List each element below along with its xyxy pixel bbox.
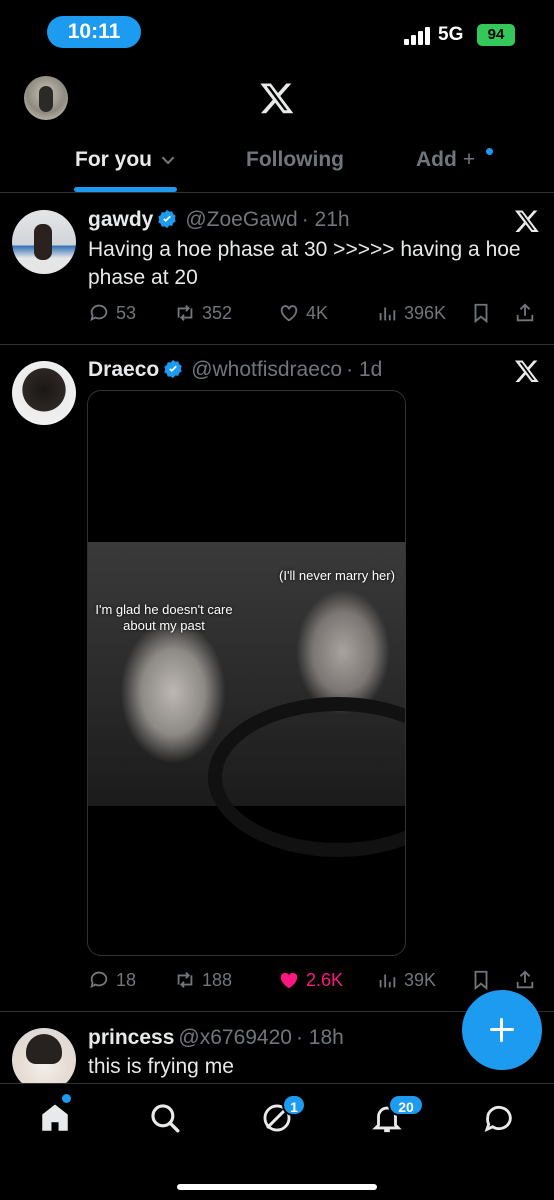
tab-following[interactable]: Following [246,148,344,172]
feed-tabs: For you Following Add + [0,132,554,192]
reply-count: 18 [116,969,137,990]
author-name[interactable]: princess [88,1026,174,1049]
reply-count: 53 [116,302,137,323]
bookmark-icon [474,970,488,991]
repost-button[interactable]: 352 [174,298,232,328]
nav-search[interactable] [148,1101,182,1135]
views-chart-icon [379,307,396,321]
repost-count: 352 [202,302,233,323]
like-button[interactable]: 2.6K [278,965,343,995]
repost-icon [177,972,193,988]
tab-add[interactable]: Add + [416,148,475,172]
tweet-actions: 18 188 2.6K 39K [88,965,540,995]
reply-button[interactable]: 18 [88,965,136,995]
author-name[interactable]: Draeco [88,358,159,381]
tweet-header: Draeco @whotfisdraeco · 1d [88,358,382,382]
bookmark-icon [474,303,488,324]
share-button[interactable] [514,298,542,328]
heart-filled-icon [280,972,298,989]
views-button[interactable]: 396K [376,298,446,328]
bottom-nav: 1 20 [0,1083,554,1200]
notifications-badge: 20 [388,1094,424,1116]
repost-count: 188 [202,969,233,990]
view-count: 39K [404,969,437,990]
author-name[interactable]: gawdy [88,208,153,231]
home-indicator [177,1184,377,1190]
reply-button[interactable]: 53 [88,298,136,328]
reply-icon [90,304,108,322]
media-caption-left: I'm glad he doesn't care about my past [95,602,233,633]
views-button[interactable]: 39K [376,965,436,995]
view-count: 396K [404,302,447,323]
status-time: 10:11 [47,16,141,48]
heart-icon [280,305,298,322]
tweet-header: princess @x6769420 · 18h [88,1026,344,1050]
author-handle: @whotfisdraeco [191,358,343,381]
x-logo-icon[interactable] [259,80,295,116]
tweet-media-video[interactable]: (I'll never marry her) I'm glad he doesn… [87,390,406,956]
views-chart-icon [379,974,396,988]
plus-icon: + [462,148,476,171]
media-photo: (I'll never marry her) I'm glad he doesn… [88,542,405,857]
nav-home[interactable] [38,1101,72,1135]
share-icon [516,303,534,322]
verified-badge-icon [164,359,182,379]
x-logo-icon [514,360,539,383]
battery-icon: 94 [477,24,515,46]
avatar[interactable] [12,361,76,425]
battery-level: 94 [487,26,505,43]
compose-post-button[interactable] [462,990,542,1070]
profile-avatar[interactable] [24,76,68,120]
grok-badge: 1 [282,1094,306,1116]
avatar[interactable] [12,210,76,274]
author-handle: @x6769420 [178,1026,292,1049]
network-type: 5G [438,24,464,45]
status-bar: 10:11 5G 94 [0,0,554,64]
media-caption-right: (I'll never marry her) [279,568,395,583]
tweet-time: · 18h [295,1026,344,1049]
x-logo-icon [514,210,539,233]
like-count: 4K [306,302,329,323]
verified-badge-icon [158,209,177,229]
tweet-divider [0,344,554,345]
like-count: 2.6K [306,969,344,990]
tweet-actions: 53 352 4K 396K [88,298,540,328]
notification-dot [486,148,493,155]
nav-messages[interactable] [482,1101,516,1135]
search-icon [151,1104,180,1133]
header-divider [0,192,554,193]
repost-icon [177,305,193,321]
tab-for-you[interactable]: For you [75,148,175,172]
share-button[interactable] [514,965,542,995]
chevron-down-icon [161,151,175,165]
tweet-time: · 21h [301,208,350,231]
tab-for-you-label: For you [75,148,152,171]
tab-following-label: Following [246,148,344,171]
author-handle: @ZoeGawd [185,208,298,231]
home-unread-dot [62,1094,71,1103]
tweet-text: this is frying me [88,1055,234,1078]
steering-wheel [208,697,405,857]
repost-button[interactable]: 188 [174,965,232,995]
reply-icon [90,971,108,989]
tweet-text: Having a hoe phase at 30 >>>>> having a … [88,238,521,289]
tweet-header: gawdy @ZoeGawd · 21h [88,208,350,232]
share-icon [516,970,534,989]
messages-icon [484,1106,512,1132]
like-button[interactable]: 4K [278,298,328,328]
home-icon [42,1104,68,1131]
bookmark-button[interactable] [470,298,498,328]
tab-add-label: Add [416,148,457,171]
signal-icon [404,27,430,45]
tweet-time: · 1d [346,358,383,381]
